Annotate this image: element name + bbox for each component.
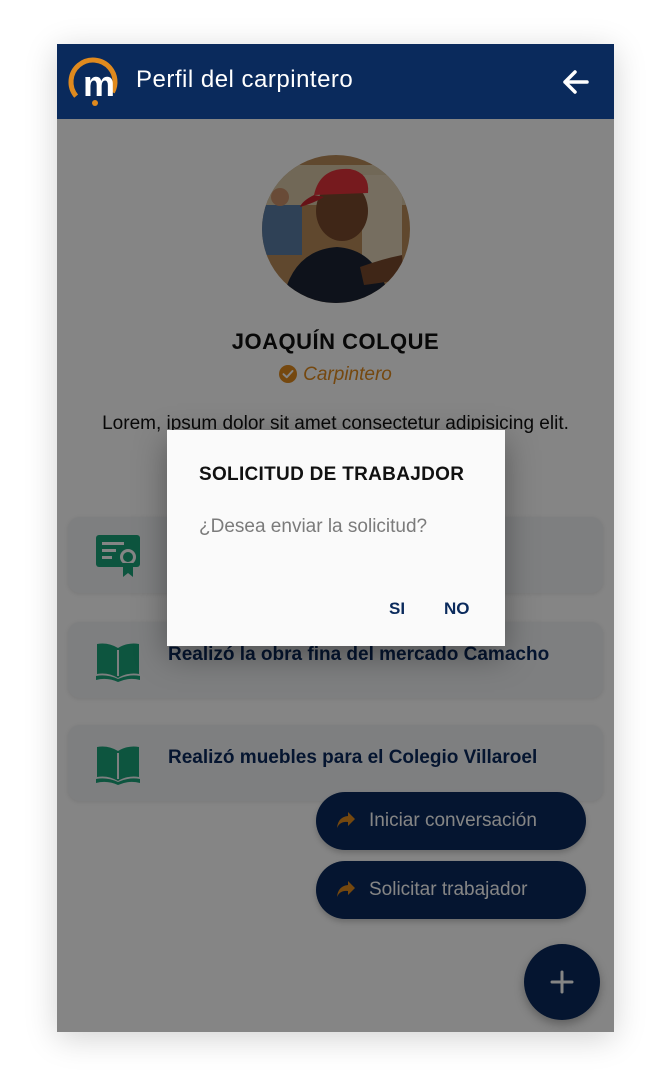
- arrow-left-icon[interactable]: [557, 64, 595, 100]
- page-title: Perfil del carpintero: [136, 66, 354, 93]
- dialog-title: SOLICITUD DE TRABAJDOR: [199, 464, 465, 485]
- no-button[interactable]: NO: [444, 599, 470, 619]
- confirm-dialog: SOLICITUD DE TRABAJDOR ¿Desea enviar la …: [167, 430, 505, 646]
- phone-screen: m Perfil del carpintero JOAQUÍN COLQUE C…: [57, 44, 614, 1032]
- app-bar: m Perfil del carpintero: [57, 44, 614, 119]
- m-logo-icon: m: [67, 56, 127, 108]
- svg-text:m: m: [83, 63, 115, 104]
- dialog-message: ¿Desea enviar la solicitud?: [199, 516, 428, 537]
- yes-button[interactable]: SI: [389, 599, 405, 619]
